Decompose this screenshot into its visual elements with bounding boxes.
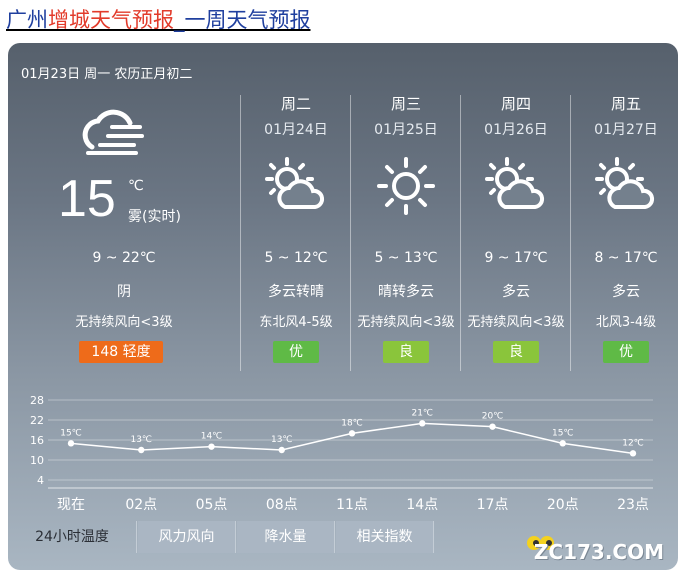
day-weather: 多云 [502, 284, 530, 300]
day-date: 01月26日 [484, 122, 548, 138]
x-tick-label: 20点 [547, 497, 579, 513]
day-aqi-badge[interactable]: 良 [383, 341, 429, 363]
partly-cloudy-icon [265, 157, 325, 209]
day-aqi-badge[interactable]: 优 [273, 341, 319, 363]
point-data-label: 12℃ [622, 438, 644, 448]
y-tick-label: 22 [30, 414, 44, 427]
today-temp-range: 9 ~ 22℃ [92, 250, 156, 266]
temperature-line-chart: 4 10 16 22 28 15℃ 现在 13℃ 02点 14℃ 05点 13℃ 08点 18℃ 11点 21… [30, 394, 653, 513]
point-data-label: 15℃ [60, 428, 82, 438]
day-wind: 无持续风向<3级 [357, 315, 455, 330]
tab-precipitation[interactable]: 降水量 [237, 521, 335, 553]
x-tick-label: 11点 [336, 497, 368, 513]
weather-card: 01月23日 周一 农历正月初二 15 ℃ 雾(实时) 9 ~ 22℃ 阴 无持… [8, 43, 678, 570]
temperature-point [278, 446, 285, 454]
point-data-label: 21℃ [411, 408, 433, 418]
temperature-point [559, 440, 566, 447]
temperature-point [138, 446, 145, 454]
day-aqi-badge[interactable]: 良 [493, 341, 539, 363]
sunny-icon [377, 157, 435, 215]
today-panel: 15 ℃ 雾(实时) 9 ~ 22℃ 阴 无持续风向<3级 148 轻度 [8, 43, 240, 373]
day-temp-range: 5 ~ 12℃ [264, 250, 328, 266]
y-tick-label: 28 [30, 394, 44, 407]
tab-24h-temperature[interactable]: 24小时温度 [8, 521, 137, 553]
watermark-text: ZC173.COM [533, 540, 664, 564]
x-tick-label: 23点 [617, 497, 649, 513]
tab-indices[interactable]: 相关指数 [336, 521, 434, 553]
day-temp-range: 9 ~ 17℃ [484, 250, 548, 266]
day-weather: 晴转多云 [378, 284, 434, 300]
forecast-day: 周四 01月26日 9 ~ 17℃ 多云 无持续风向<3级 良 [461, 93, 571, 373]
overcast-cloud-icon [82, 109, 144, 155]
day-name: 周三 [390, 95, 421, 113]
day-name: 周二 [280, 95, 311, 113]
point-data-label: 13℃ [130, 435, 152, 445]
temperature-point [348, 430, 356, 437]
current-temperature: 15 [58, 170, 116, 228]
title-week-forecast[interactable]: _一周天气预报 [174, 8, 311, 32]
day-temp-range: 8 ~ 17℃ [594, 250, 658, 266]
point-data-label: 14℃ [201, 432, 223, 442]
forecast-day: 周二 01月24日 5 ~ 12℃ 多云转晴 东北风4-5级 优 [241, 93, 351, 373]
temperature-unit: ℃ [128, 178, 144, 194]
day-date: 01月25日 [374, 122, 438, 138]
x-tick-label: 08点 [266, 497, 298, 513]
temperature-point [489, 423, 496, 430]
temperature-point [629, 450, 637, 457]
day-date: 01月27日 [594, 122, 658, 138]
point-data-label: 13℃ [271, 435, 293, 445]
tab-wind[interactable]: 风力风向 [138, 521, 236, 553]
y-tick-label: 10 [30, 454, 44, 467]
today-wind: 无持续风向<3级 [75, 315, 173, 330]
x-tick-label: 05点 [196, 497, 228, 513]
x-tick-label: 现在 [57, 497, 85, 513]
today-weather: 阴 [117, 284, 131, 300]
day-name: 周四 [500, 95, 531, 113]
day-name: 周五 [610, 95, 641, 113]
day-weather: 多云转晴 [268, 284, 324, 300]
day-weather: 多云 [612, 284, 640, 300]
y-tick-label: 16 [30, 434, 44, 447]
temperature-point [419, 420, 426, 427]
forecast-day: 周三 01月25日 5 ~ 13℃ 晴转多云 无持续风向<3级 良 [351, 93, 461, 373]
temperature-point [208, 443, 215, 450]
x-tick-label: 14点 [406, 497, 438, 513]
day-date: 01月24日 [264, 122, 328, 138]
title-city[interactable]: 广州 [6, 8, 48, 32]
forecast-day: 周五 01月27日 8 ~ 17℃ 多云 北风3-4级 优 [571, 93, 678, 373]
today-aqi-badge[interactable]: 148 轻度 [79, 341, 163, 363]
x-tick-label: 02点 [125, 497, 157, 513]
current-status: 雾(实时) [128, 209, 181, 225]
day-wind: 北风3-4级 [595, 315, 657, 330]
day-aqi-badge[interactable]: 优 [603, 341, 649, 363]
point-data-label: 15℃ [552, 428, 574, 438]
x-tick-label: 17点 [477, 497, 509, 513]
day-wind: 东北风4-5级 [259, 315, 333, 330]
partly-cloudy-icon [485, 157, 545, 209]
y-tick-label: 4 [37, 474, 44, 487]
point-data-label: 20℃ [482, 412, 504, 422]
point-data-label: 18℃ [341, 418, 363, 428]
day-temp-range: 5 ~ 13℃ [374, 250, 438, 266]
day-wind: 无持续风向<3级 [467, 315, 565, 330]
partly-cloudy-icon [595, 157, 655, 209]
title-district-forecast[interactable]: 增城天气预报 [48, 8, 174, 32]
temperature-point [67, 440, 75, 447]
page-title[interactable]: 广州增城天气预报_一周天气预报 [6, 6, 311, 34]
